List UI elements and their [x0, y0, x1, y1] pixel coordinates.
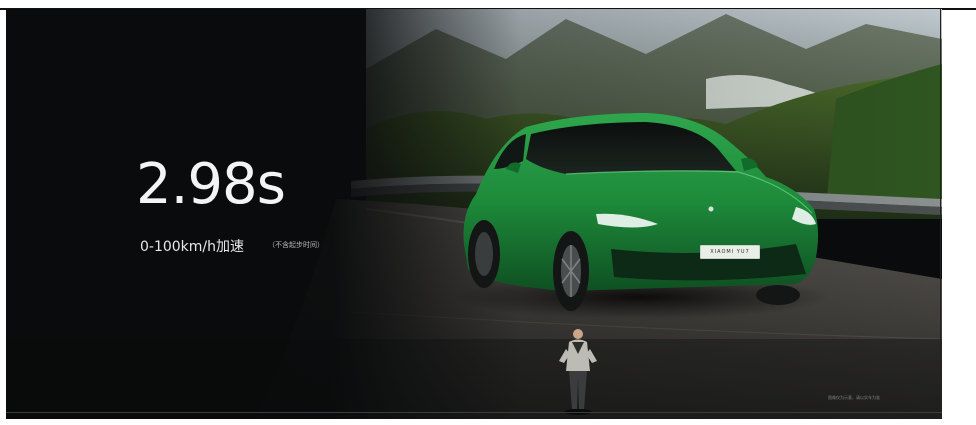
image-disclaimer: 图像仅为示意，请以实车为准	[828, 395, 880, 400]
presentation-slide: 2.98s 0-100km/h加速 （不含起步时间） XIAOMI YU7 图像…	[6, 9, 942, 419]
acceleration-note: （不含起步时间）	[268, 241, 324, 249]
acceleration-time: 2.98s	[136, 152, 286, 217]
license-plate-badge: XIAOMI YU7	[700, 245, 760, 259]
stage-edge	[6, 412, 942, 413]
acceleration-caption: 0-100km/h加速	[140, 239, 245, 255]
screen-right-border	[940, 8, 941, 418]
